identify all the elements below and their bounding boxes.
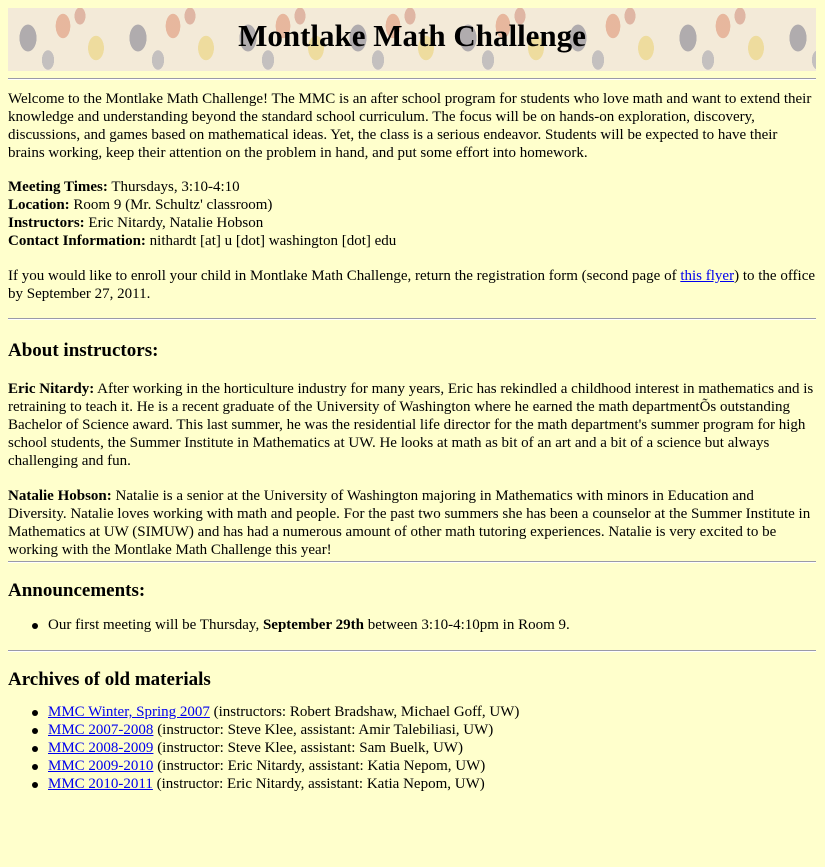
natalie-bio: Natalie Hobson: Natalie is a senior at t… bbox=[8, 487, 816, 559]
contact-value: nithardt [at] u [dot] washington [dot] e… bbox=[145, 233, 397, 249]
enroll-paragraph: If you would like to enroll your child i… bbox=[8, 267, 816, 303]
announcement-date: September 29th bbox=[262, 617, 364, 633]
archive-item: MMC Winter, Spring 2007 (instructors: Ro… bbox=[32, 703, 816, 721]
archive-item: MMC 2008-2009 (instructor: Steve Klee, a… bbox=[32, 739, 816, 757]
archive-item: MMC 2007-2008 (instructor: Steve Klee, a… bbox=[32, 721, 816, 739]
about-heading: About instructors: bbox=[8, 340, 159, 361]
announcements-heading: Announcements: bbox=[8, 580, 146, 601]
header-banner: Montlake Math Challenge bbox=[8, 8, 816, 71]
archive-item-text: (instructor: Steve Klee, assistant: Sam … bbox=[153, 740, 463, 756]
archives-heading: Archives of old materials bbox=[8, 669, 211, 690]
page-content: Montlake Math Challenge Welcome to the M… bbox=[8, 8, 816, 793]
meeting-times: Meeting Times: Thursdays, 3:10-4:10 bbox=[8, 178, 816, 196]
archive-link-2008-2009[interactable]: MMC 2008-2009 bbox=[48, 740, 153, 756]
archive-item-text: (instructor: Eric Nitardy, assistant: Ka… bbox=[152, 776, 485, 792]
natalie-bio-text: Natalie is a senior at the University of… bbox=[8, 488, 811, 558]
instructors-value: Eric Nitardy, Natalie Hobson bbox=[84, 215, 264, 231]
eric-bio-text: After working in the horticulture indust… bbox=[8, 381, 814, 469]
divider bbox=[8, 318, 816, 320]
location-label: Location: bbox=[8, 197, 70, 213]
divider bbox=[8, 650, 816, 652]
archive-link-2010-2011[interactable]: MMC 2010-2011 bbox=[48, 776, 153, 792]
archive-link-2007-2008[interactable]: MMC 2007-2008 bbox=[48, 722, 153, 738]
location: Location: Room 9 (Mr. Schultz' classroom… bbox=[8, 196, 816, 214]
archive-item: MMC 2010-2011 (instructor: Eric Nitardy,… bbox=[32, 775, 816, 793]
announcements-list: Our first meeting will be Thursday, Sept… bbox=[8, 616, 816, 634]
contact-label: Contact Information: bbox=[8, 233, 146, 249]
announcement-text-before: Our first meeting will be Thursday, bbox=[48, 617, 263, 633]
divider bbox=[8, 78, 816, 80]
eric-bio: Eric Nitardy: After working in the horti… bbox=[8, 380, 816, 470]
contact-information: Contact Information: nithardt [at] u [do… bbox=[8, 232, 816, 250]
info-block: Meeting Times: Thursdays, 3:10-4:10 Loca… bbox=[8, 178, 816, 250]
location-value: Room 9 (Mr. Schultz' classroom) bbox=[69, 197, 273, 213]
eric-name: Eric Nitardy: bbox=[8, 381, 95, 397]
archive-item-text: (instructor: Eric Nitardy, assistant: Ka… bbox=[153, 758, 486, 774]
archive-item: MMC 2009-2010 (instructor: Eric Nitardy,… bbox=[32, 757, 816, 775]
intro-paragraph: Welcome to the Montlake Math Challenge! … bbox=[8, 91, 812, 161]
meeting-times-label: Meeting Times: bbox=[8, 179, 108, 195]
archive-item-text: (instructors: Robert Bradshaw, Michael G… bbox=[209, 704, 520, 720]
archive-link-winter-spring-2007[interactable]: MMC Winter, Spring 2007 bbox=[48, 704, 210, 720]
divider bbox=[8, 561, 816, 563]
meeting-times-value: Thursdays, 3:10-4:10 bbox=[107, 179, 240, 195]
archives-list: MMC Winter, Spring 2007 (instructors: Ro… bbox=[8, 703, 816, 793]
instructors: Instructors: Eric Nitardy, Natalie Hobso… bbox=[8, 214, 816, 232]
archive-item-text: (instructor: Steve Klee, assistant: Amir… bbox=[153, 722, 494, 738]
archive-link-2009-2010[interactable]: MMC 2009-2010 bbox=[48, 758, 153, 774]
announcement-item: Our first meeting will be Thursday, Sept… bbox=[32, 616, 816, 634]
enroll-text-before: If you would like to enroll your child i… bbox=[8, 268, 681, 284]
natalie-name: Natalie Hobson: bbox=[8, 488, 112, 504]
instructors-label: Instructors: bbox=[8, 215, 85, 231]
flyer-link[interactable]: this flyer bbox=[680, 268, 734, 284]
announcement-text-after: between 3:10-4:10pm in Room 9. bbox=[363, 617, 570, 633]
page-title: Montlake Math Challenge bbox=[238, 18, 586, 53]
